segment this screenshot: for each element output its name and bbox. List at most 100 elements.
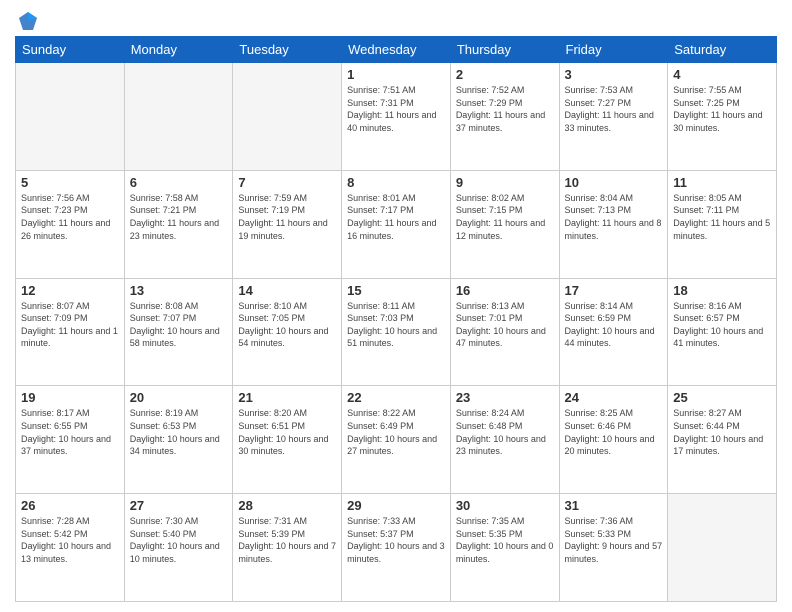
calendar-cell: 29 Sunrise: 7:33 AMSunset: 5:37 PMDayligh…: [342, 494, 451, 602]
day-info: Sunrise: 8:01 AMSunset: 7:17 PMDaylight:…: [347, 192, 445, 242]
calendar: SundayMondayTuesdayWednesdayThursdayFrid…: [15, 36, 777, 602]
weekday-header-friday: Friday: [559, 37, 668, 63]
day-number: 30: [456, 498, 554, 513]
calendar-cell: 6 Sunrise: 7:58 AMSunset: 7:21 PMDaylight…: [124, 170, 233, 278]
day-info: Sunrise: 7:52 AMSunset: 7:29 PMDaylight:…: [456, 84, 554, 134]
calendar-cell: 22 Sunrise: 8:22 AMSunset: 6:49 PMDayligh…: [342, 386, 451, 494]
calendar-cell: [233, 63, 342, 171]
page: SundayMondayTuesdayWednesdayThursdayFrid…: [0, 0, 792, 612]
calendar-cell: 3Sunrise: 7:53 AMSunset: 7:27 PMDaylight…: [559, 63, 668, 171]
day-number: 11: [673, 175, 771, 190]
weekday-header-sunday: Sunday: [16, 37, 125, 63]
calendar-cell: 25 Sunrise: 8:27 AMSunset: 6:44 PMDayligh…: [668, 386, 777, 494]
day-number: 31: [565, 498, 663, 513]
weekday-header-row: SundayMondayTuesdayWednesdayThursdayFrid…: [16, 37, 777, 63]
weekday-header-tuesday: Tuesday: [233, 37, 342, 63]
calendar-cell: 17 Sunrise: 8:14 AMSunset: 6:59 PMDayligh…: [559, 278, 668, 386]
calendar-cell: 13Sunrise: 8:08 AMSunset: 7:07 PMDayligh…: [124, 278, 233, 386]
day-number: 10: [565, 175, 663, 190]
day-info: Sunrise: 7:56 AMSunset: 7:23 PMDaylight:…: [21, 192, 119, 242]
calendar-cell: 9 Sunrise: 8:02 AMSunset: 7:15 PMDaylight…: [450, 170, 559, 278]
calendar-cell: [16, 63, 125, 171]
day-info: Sunrise: 8:27 AMSunset: 6:44 PMDaylight:…: [673, 407, 771, 457]
day-number: 20: [130, 390, 228, 405]
day-info: Sunrise: 8:07 AMSunset: 7:09 PMDaylight:…: [21, 300, 119, 350]
logo-icon: [17, 10, 39, 32]
day-info: Sunrise: 7:59 AMSunset: 7:19 PMDaylight:…: [238, 192, 336, 242]
calendar-week-1: 1 Sunrise: 7:51 AMSunset: 7:31 PMDaylight…: [16, 63, 777, 171]
day-info: Sunrise: 8:17 AMSunset: 6:55 PMDaylight:…: [21, 407, 119, 457]
day-number: 28: [238, 498, 336, 513]
calendar-week-4: 19Sunrise: 8:17 AMSunset: 6:55 PMDayligh…: [16, 386, 777, 494]
day-info: Sunrise: 7:33 AMSunset: 5:37 PMDaylight:…: [347, 515, 445, 565]
day-info: Sunrise: 8:20 AMSunset: 6:51 PMDaylight:…: [238, 407, 336, 457]
day-info: Sunrise: 7:55 AMSunset: 7:25 PMDaylight:…: [673, 84, 771, 134]
day-info: Sunrise: 7:53 AMSunset: 7:27 PMDaylight:…: [565, 84, 663, 134]
day-number: 1: [347, 67, 445, 82]
calendar-cell: 10Sunrise: 8:04 AMSunset: 7:13 PMDayligh…: [559, 170, 668, 278]
calendar-week-3: 12 Sunrise: 8:07 AMSunset: 7:09 PMDayligh…: [16, 278, 777, 386]
day-info: Sunrise: 8:05 AMSunset: 7:11 PMDaylight:…: [673, 192, 771, 242]
day-info: Sunrise: 7:35 AMSunset: 5:35 PMDaylight:…: [456, 515, 554, 565]
day-info: Sunrise: 8:11 AMSunset: 7:03 PMDaylight:…: [347, 300, 445, 350]
calendar-cell: 5 Sunrise: 7:56 AMSunset: 7:23 PMDaylight…: [16, 170, 125, 278]
day-number: 13: [130, 283, 228, 298]
day-info: Sunrise: 7:51 AMSunset: 7:31 PMDaylight:…: [347, 84, 445, 134]
day-info: Sunrise: 8:02 AMSunset: 7:15 PMDaylight:…: [456, 192, 554, 242]
day-info: Sunrise: 7:31 AMSunset: 5:39 PMDaylight:…: [238, 515, 336, 565]
day-info: Sunrise: 7:28 AMSunset: 5:42 PMDaylight:…: [21, 515, 119, 565]
day-number: 18: [673, 283, 771, 298]
calendar-cell: [124, 63, 233, 171]
day-number: 23: [456, 390, 554, 405]
calendar-cell: 28 Sunrise: 7:31 AMSunset: 5:39 PMDayligh…: [233, 494, 342, 602]
calendar-week-5: 26 Sunrise: 7:28 AMSunset: 5:42 PMDayligh…: [16, 494, 777, 602]
day-number: 5: [21, 175, 119, 190]
calendar-cell: 14 Sunrise: 8:10 AMSunset: 7:05 PMDayligh…: [233, 278, 342, 386]
calendar-cell: 11 Sunrise: 8:05 AMSunset: 7:11 PMDayligh…: [668, 170, 777, 278]
calendar-cell: 30 Sunrise: 7:35 AMSunset: 5:35 PMDayligh…: [450, 494, 559, 602]
day-number: 7: [238, 175, 336, 190]
weekday-header-monday: Monday: [124, 37, 233, 63]
day-number: 27: [130, 498, 228, 513]
day-number: 25: [673, 390, 771, 405]
day-info: Sunrise: 7:36 AMSunset: 5:33 PMDaylight:…: [565, 515, 663, 565]
day-info: Sunrise: 8:10 AMSunset: 7:05 PMDaylight:…: [238, 300, 336, 350]
day-number: 14: [238, 283, 336, 298]
day-info: Sunrise: 8:24 AMSunset: 6:48 PMDaylight:…: [456, 407, 554, 457]
logo: [15, 10, 39, 28]
day-info: Sunrise: 8:22 AMSunset: 6:49 PMDaylight:…: [347, 407, 445, 457]
calendar-cell: 26 Sunrise: 7:28 AMSunset: 5:42 PMDayligh…: [16, 494, 125, 602]
calendar-cell: 2Sunrise: 7:52 AMSunset: 7:29 PMDaylight…: [450, 63, 559, 171]
calendar-cell: 4 Sunrise: 7:55 AMSunset: 7:25 PMDaylight…: [668, 63, 777, 171]
day-info: Sunrise: 7:58 AMSunset: 7:21 PMDaylight:…: [130, 192, 228, 242]
calendar-cell: 21Sunrise: 8:20 AMSunset: 6:51 PMDayligh…: [233, 386, 342, 494]
day-number: 12: [21, 283, 119, 298]
header: [15, 10, 777, 28]
day-number: 15: [347, 283, 445, 298]
day-number: 8: [347, 175, 445, 190]
day-info: Sunrise: 8:14 AMSunset: 6:59 PMDaylight:…: [565, 300, 663, 350]
day-number: 4: [673, 67, 771, 82]
weekday-header-wednesday: Wednesday: [342, 37, 451, 63]
day-number: 29: [347, 498, 445, 513]
calendar-cell: 12 Sunrise: 8:07 AMSunset: 7:09 PMDayligh…: [16, 278, 125, 386]
day-info: Sunrise: 8:25 AMSunset: 6:46 PMDaylight:…: [565, 407, 663, 457]
day-number: 6: [130, 175, 228, 190]
calendar-cell: 1 Sunrise: 7:51 AMSunset: 7:31 PMDaylight…: [342, 63, 451, 171]
weekday-header-saturday: Saturday: [668, 37, 777, 63]
calendar-cell: 24Sunrise: 8:25 AMSunset: 6:46 PMDayligh…: [559, 386, 668, 494]
calendar-week-2: 5 Sunrise: 7:56 AMSunset: 7:23 PMDaylight…: [16, 170, 777, 278]
day-number: 9: [456, 175, 554, 190]
calendar-cell: 23 Sunrise: 8:24 AMSunset: 6:48 PMDayligh…: [450, 386, 559, 494]
day-number: 17: [565, 283, 663, 298]
calendar-cell: 31 Sunrise: 7:36 AMSunset: 5:33 PMDayligh…: [559, 494, 668, 602]
calendar-cell: 20Sunrise: 8:19 AMSunset: 6:53 PMDayligh…: [124, 386, 233, 494]
weekday-header-thursday: Thursday: [450, 37, 559, 63]
calendar-cell: [668, 494, 777, 602]
day-info: Sunrise: 7:30 AMSunset: 5:40 PMDaylight:…: [130, 515, 228, 565]
calendar-cell: 7 Sunrise: 7:59 AMSunset: 7:19 PMDaylight…: [233, 170, 342, 278]
day-info: Sunrise: 8:16 AMSunset: 6:57 PMDaylight:…: [673, 300, 771, 350]
day-number: 26: [21, 498, 119, 513]
calendar-cell: 18 Sunrise: 8:16 AMSunset: 6:57 PMDayligh…: [668, 278, 777, 386]
day-number: 22: [347, 390, 445, 405]
